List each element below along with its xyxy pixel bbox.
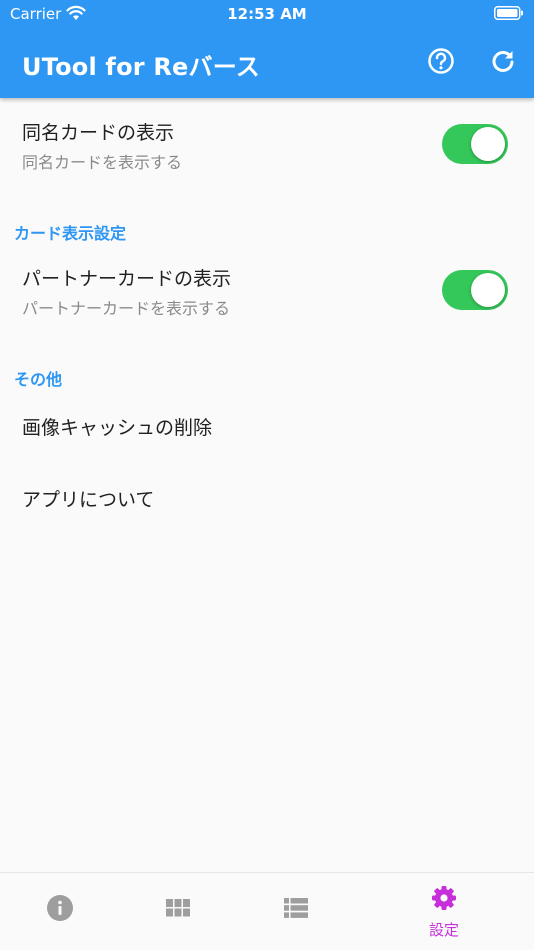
toggle-knob [471, 273, 505, 307]
partner-card-toggle[interactable] [442, 270, 508, 310]
clear-image-cache-row[interactable]: 画像キャッシュの削除 [0, 392, 534, 462]
help-icon [428, 48, 454, 74]
about-app-row[interactable]: アプリについて [0, 464, 534, 534]
app-title: UTool for Reバース [22, 53, 260, 81]
same-name-card-toggle[interactable] [442, 124, 508, 164]
nav-item-info[interactable] [0, 873, 120, 950]
section-header-other: その他 [14, 370, 63, 389]
toggle-knob [471, 127, 505, 161]
info-icon [47, 895, 73, 921]
help-button[interactable] [426, 46, 456, 76]
partner-card-subtitle: パートナーカードを表示する [22, 299, 231, 318]
nav-item-settings[interactable]: 設定 [384, 873, 504, 950]
same-name-card-row[interactable]: 同名カードの表示 同名カードを表示する [0, 98, 534, 188]
clock: 12:53 AM [227, 5, 307, 23]
partner-card-title: パートナーカードの表示 [22, 268, 232, 290]
nav-label-settings: 設定 [428, 921, 459, 939]
battery-icon [494, 6, 523, 20]
refresh-icon [492, 51, 514, 72]
partner-card-row[interactable]: パートナーカードの表示 パートナーカードを表示する [0, 248, 534, 334]
about-app-label: アプリについて [22, 489, 155, 511]
section-header-card-display: カード表示設定 [14, 224, 127, 243]
grid-icon [166, 899, 190, 917]
app-bar: Carrier 12:53 AM UTool for Reバース [0, 0, 534, 98]
refresh-button[interactable] [488, 46, 518, 76]
clear-image-cache-label: 画像キャッシュの削除 [22, 417, 213, 439]
same-name-card-subtitle: 同名カードを表示する [22, 153, 183, 172]
nav-item-grid[interactable] [118, 873, 238, 950]
gear-icon [432, 886, 456, 910]
same-name-card-title: 同名カードの表示 [22, 122, 175, 144]
status-bar: Carrier 12:53 AM [0, 0, 534, 28]
nav-item-list[interactable] [236, 873, 356, 950]
list-icon [284, 898, 308, 918]
bottom-navigation: 設定 [0, 872, 534, 950]
